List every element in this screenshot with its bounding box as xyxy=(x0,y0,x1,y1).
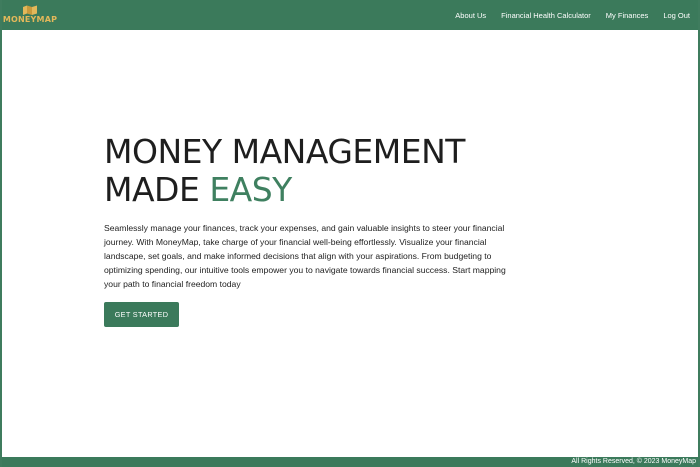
brand-name: MONEYMAP xyxy=(2,15,58,24)
nav-link-financial-health-calculator[interactable]: Financial Health Calculator xyxy=(501,11,591,20)
nav-link-log-out[interactable]: Log Out xyxy=(663,11,690,20)
folded-map-icon xyxy=(23,5,37,15)
headline-line-1: MONEY MANAGEMENT xyxy=(104,132,465,171)
nav-link-my-finances[interactable]: My Finances xyxy=(606,11,649,20)
get-started-button[interactable]: GET STARTED xyxy=(104,302,179,327)
brand-logo[interactable]: MONEYMAP xyxy=(2,5,58,25)
copyright-text: All Rights Reserved, © 2023 MoneyMap xyxy=(571,458,696,465)
hero-headline: MONEY MANAGEMENT MADE EASY xyxy=(104,133,534,209)
headline-accent-word: EASY xyxy=(209,170,292,209)
footer-bar: All Rights Reserved, © 2023 MoneyMap xyxy=(0,457,700,467)
top-navbar: MONEYMAP About Us Financial Health Calcu… xyxy=(0,0,700,30)
hero-section: MONEY MANAGEMENT MADE EASY Seamlessly ma… xyxy=(104,133,534,327)
hero-description: Seamlessly manage your finances, track y… xyxy=(104,223,506,289)
nav-links: About Us Financial Health Calculator My … xyxy=(455,11,690,20)
nav-link-about-us[interactable]: About Us xyxy=(455,11,486,20)
headline-line-2-plain: MADE xyxy=(104,170,210,209)
